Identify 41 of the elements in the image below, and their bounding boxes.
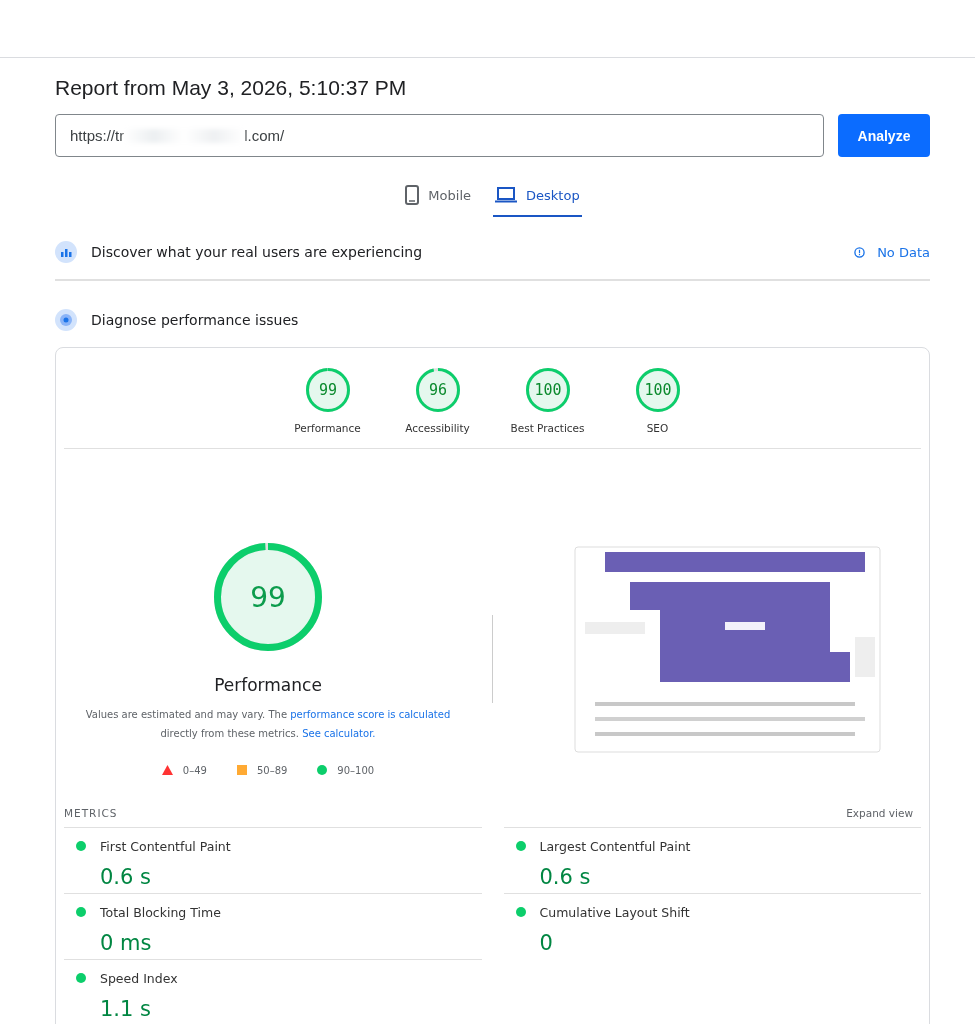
legend-range: 0–49 [182,764,207,776]
report-title: Report from May 3, 2026, 5:10:37 PM [55,76,408,100]
metric-value: 0 ms [100,930,153,957]
metric-label: Speed Index [100,971,179,988]
laptop-icon [495,187,517,203]
score-gauge: 100 [525,368,570,412]
phone-icon [405,185,420,205]
gauge-label[interactable]: Accessibility [405,422,470,434]
users-chart-icon [55,241,77,263]
score-gauge: 99 [305,368,350,412]
metric-value: 1.1 s [100,996,152,1023]
section-title: Diagnose performance issues [91,312,299,328]
legend-range: 90–100 [337,764,375,776]
no-data-label: No Data [877,244,930,260]
device-tab[interactable]: Desktop [493,183,582,217]
section-title: Discover what your real users are experiencing [91,244,423,260]
score-link[interactable]: performance score is calculated [290,708,451,720]
info-icon [854,246,866,258]
score-gauge: 99 [214,542,322,651]
metric-label: Total Blocking Time [100,905,222,922]
metric-label: First Contentful Paint [100,839,232,856]
expand-view-link[interactable]: Expand view [846,807,913,819]
legend-range: 50–89 [256,764,288,776]
score-gauge: 96 [415,368,460,412]
analyze-button[interactable]: Analyze [838,114,930,157]
target-icon [55,309,77,331]
metric-label: Largest Contentful Paint [539,839,692,856]
metrics-heading: METRICS [64,807,118,819]
gauge-label[interactable]: Performance [294,422,361,434]
score-gauge: 100 [635,368,680,412]
url-field[interactable]: https://tr l.com/ [55,114,824,157]
metric-value: 0.6 s [100,864,152,891]
score-note: Values are estimated and may vary. The performance score is calculated directly from these metrics. See calculator. [84,707,452,741]
metric-value: 0.6 s [539,864,592,891]
device-tab[interactable]: Mobile [403,183,473,217]
metric-value: 0 [539,930,554,957]
metric-label: Cumulative Layout Shift [539,905,691,922]
calculator-link[interactable]: See calculator. [302,727,376,739]
gauge-label[interactable]: SEO [646,422,669,434]
gauge-title: Performance [214,674,322,695]
gauge-label[interactable]: Best Practices [510,422,585,434]
